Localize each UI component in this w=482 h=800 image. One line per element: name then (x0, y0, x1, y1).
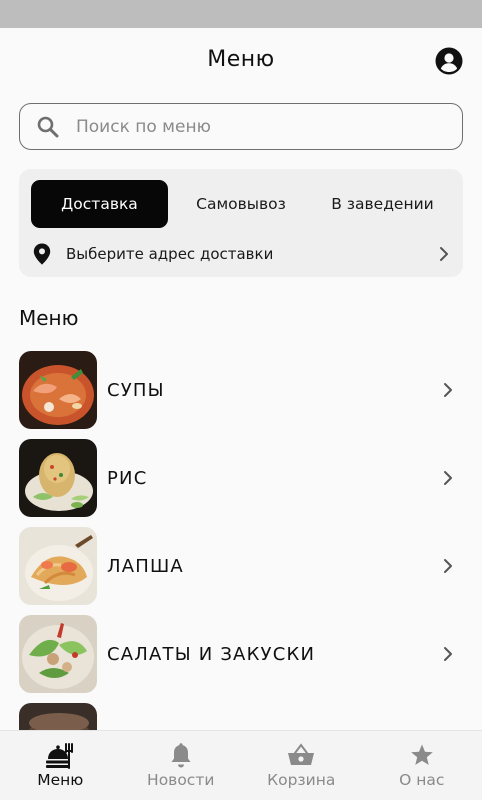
list-item-salads[interactable]: САЛАТЫ И ЗАКУСКИ (19, 614, 463, 694)
tab-label: О нас (399, 771, 445, 789)
tab-about[interactable]: О нас (362, 731, 482, 800)
tab-dine-in[interactable]: В заведении (314, 180, 451, 228)
address-prompt: Выберите адрес доставки (66, 245, 274, 263)
list-item-soups[interactable]: СУПЫ (19, 350, 463, 430)
search-input[interactable] (76, 116, 436, 137)
bottom-tab-bar: Меню Новости Корзина О нас (0, 730, 482, 800)
basket-icon (288, 743, 315, 765)
soup-photo (19, 351, 97, 429)
chevron-right-icon (444, 383, 452, 397)
rice-photo (19, 439, 97, 517)
search-bar[interactable] (19, 103, 463, 150)
list-item-rice[interactable]: РИС (19, 438, 463, 518)
chevron-right-icon (444, 471, 452, 485)
order-mode-card: Доставка Самовывоз В заведении Выберите … (19, 169, 463, 277)
menu-dish-icon (46, 743, 74, 769)
tab-news[interactable]: Новости (121, 731, 242, 800)
tab-pickup[interactable]: Самовывоз (168, 180, 314, 228)
star-icon (410, 744, 433, 765)
category-label: ЛАПША (107, 555, 184, 577)
search-icon (37, 116, 59, 137)
list-item-noodles[interactable]: ЛАПША (19, 526, 463, 606)
page-title: Меню (207, 47, 275, 72)
select-address-button[interactable]: Выберите адрес доставки (19, 239, 463, 269)
menu-category-list: СУПЫ РИС ЛАПША САЛАТЫ И ЗАКУСКИ (19, 350, 463, 790)
tab-cart[interactable]: Корзина (241, 731, 362, 800)
app-header: Меню (0, 28, 482, 94)
tab-menu[interactable]: Меню (0, 731, 121, 800)
salad-photo (19, 615, 97, 693)
category-label: РИС (107, 467, 148, 489)
account-icon (435, 47, 463, 75)
menu-section-title: Меню (19, 306, 79, 330)
bell-icon (171, 743, 191, 768)
category-label: САЛАТЫ И ЗАКУСКИ (107, 643, 316, 665)
tab-label: Меню (37, 771, 84, 789)
tab-delivery[interactable]: Доставка (31, 180, 168, 228)
order-mode-tabs: Доставка Самовывоз В заведении (31, 180, 451, 228)
category-label: СУПЫ (107, 379, 165, 401)
location-pin-icon (33, 243, 51, 265)
profile-button[interactable] (435, 47, 463, 75)
chevron-right-icon (444, 647, 452, 661)
noodles-photo (19, 527, 97, 605)
status-bar (0, 0, 482, 28)
chevron-right-icon (440, 247, 448, 261)
chevron-right-icon (444, 559, 452, 573)
tab-label: Новости (147, 771, 215, 789)
tab-label: Корзина (267, 771, 336, 789)
